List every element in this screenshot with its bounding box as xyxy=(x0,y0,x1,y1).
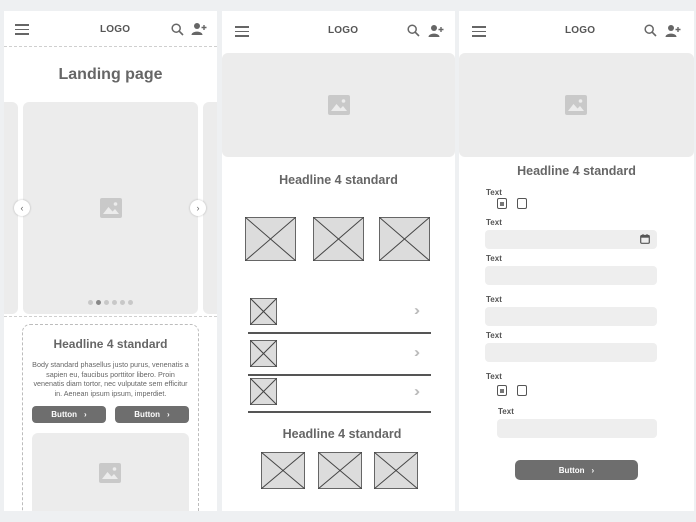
image-icon xyxy=(100,198,122,218)
search-icon[interactable] xyxy=(407,24,420,37)
submit-button[interactable]: Button › xyxy=(515,460,638,480)
chevron-right-icon: › xyxy=(591,465,595,475)
text-input[interactable] xyxy=(485,307,657,326)
field-label: Text xyxy=(486,372,502,381)
menu-icon[interactable] xyxy=(235,26,249,37)
hero-image xyxy=(459,53,694,157)
image-placeholder xyxy=(374,452,418,489)
double-chevron-icon[interactable]: ›› xyxy=(414,302,420,319)
list-item-thumb xyxy=(250,340,277,367)
screen-landing: LOGO Landing page ‹ › Headline 4 standar… xyxy=(4,11,217,511)
checkbox[interactable] xyxy=(517,385,527,396)
checkbox[interactable] xyxy=(517,198,527,209)
top-bar: LOGO xyxy=(459,11,694,47)
add-user-icon[interactable] xyxy=(428,24,444,38)
carousel-dot[interactable] xyxy=(120,300,125,305)
double-chevron-icon[interactable]: ›› xyxy=(414,383,420,400)
add-user-icon[interactable] xyxy=(665,24,681,38)
card-image xyxy=(32,433,189,511)
image-placeholder xyxy=(379,217,430,261)
image-icon xyxy=(328,95,350,115)
calendar-icon[interactable] xyxy=(640,234,650,244)
menu-icon[interactable] xyxy=(472,26,486,37)
screen-content: LOGO Headline 4 standard ›› ›› ›› Headli… xyxy=(222,11,455,511)
text-input[interactable] xyxy=(497,419,657,438)
search-icon[interactable] xyxy=(644,24,657,37)
headline-2: Headline 4 standard xyxy=(282,427,402,441)
screen-form: LOGO Headline 4 standard Text Text Text … xyxy=(459,11,694,511)
card-headline: Headline 4 standard xyxy=(53,337,168,351)
carousel-prev-button[interactable]: ‹ xyxy=(14,200,30,216)
list-divider xyxy=(248,374,431,376)
text-input[interactable] xyxy=(485,343,657,362)
logo: LOGO xyxy=(100,24,131,35)
hero-image xyxy=(222,53,455,157)
image-placeholder xyxy=(313,217,364,261)
chevron-right-icon: › xyxy=(84,410,87,419)
list-item-thumb xyxy=(250,378,277,405)
date-input[interactable] xyxy=(485,230,657,249)
chevron-right-icon: › xyxy=(196,203,200,213)
top-bar: LOGO xyxy=(4,11,217,47)
carousel-slide[interactable] xyxy=(23,102,198,314)
chevron-right-icon: › xyxy=(167,410,170,419)
image-placeholder xyxy=(261,452,305,489)
checkbox-checked[interactable] xyxy=(497,198,507,209)
carousel-dot[interactable] xyxy=(112,300,117,305)
field-label: Text xyxy=(486,295,502,304)
field-label: Text xyxy=(486,254,502,263)
carousel-dot[interactable] xyxy=(104,300,109,305)
image-icon xyxy=(99,463,121,483)
chevron-left-icon: ‹ xyxy=(20,203,24,213)
form-headline: Headline 4 standard xyxy=(517,164,636,178)
list-item-thumb xyxy=(250,298,277,325)
list-divider xyxy=(248,332,431,334)
image-icon xyxy=(565,95,587,115)
logo: LOGO xyxy=(328,25,359,36)
field-label: Text xyxy=(498,407,514,416)
search-icon[interactable] xyxy=(171,23,184,36)
menu-icon[interactable] xyxy=(15,24,29,35)
field-label: Text xyxy=(486,331,502,340)
card-button-right[interactable]: Button › xyxy=(115,406,189,423)
list-divider xyxy=(248,411,431,413)
carousel-dot[interactable] xyxy=(88,300,93,305)
add-user-icon[interactable] xyxy=(191,22,207,36)
card-button-left[interactable]: Button › xyxy=(32,406,106,423)
page-title: Landing page xyxy=(58,66,163,83)
top-bar: LOGO xyxy=(222,11,455,47)
content-card: Headline 4 standard Body standard phasel… xyxy=(22,324,199,511)
card-body: Body standard phasellus justo purus, ven… xyxy=(32,360,189,398)
text-input[interactable] xyxy=(485,266,657,285)
field-label: Text xyxy=(486,218,502,227)
carousel-dot[interactable] xyxy=(128,300,133,305)
logo: LOGO xyxy=(565,25,596,36)
double-chevron-icon[interactable]: ›› xyxy=(414,344,420,361)
image-placeholder xyxy=(245,217,296,261)
field-label: Text xyxy=(486,188,502,197)
carousel-dot[interactable] xyxy=(96,300,101,305)
headline-1: Headline 4 standard xyxy=(279,173,398,187)
carousel-next-button[interactable]: › xyxy=(190,200,206,216)
section-divider xyxy=(4,316,217,317)
checkbox-checked[interactable] xyxy=(497,385,507,396)
image-placeholder xyxy=(318,452,362,489)
